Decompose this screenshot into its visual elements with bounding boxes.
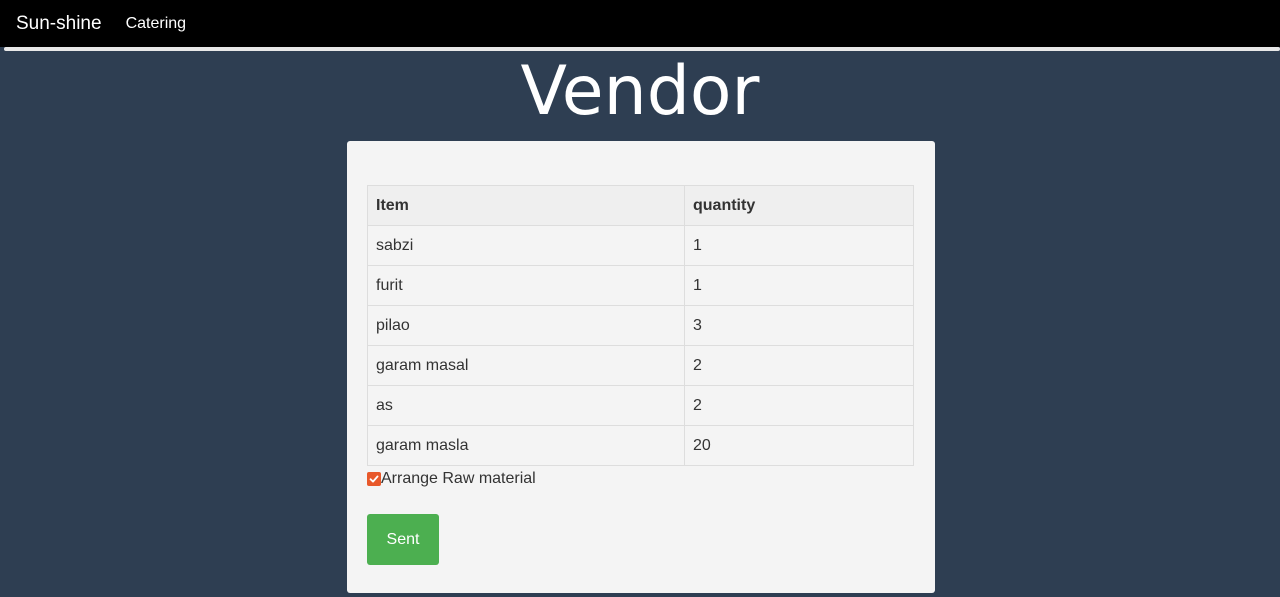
item-cell: pilao [367, 305, 685, 346]
item-cell: sabzi [367, 225, 685, 266]
navbar: Sun-shine Catering [0, 0, 1280, 47]
item-cell: as [367, 385, 685, 426]
column-header-item: Item [367, 185, 685, 226]
quantity-cell: 2 [684, 345, 914, 386]
item-cell: garam masal [367, 345, 685, 386]
quantity-cell: 20 [684, 425, 914, 466]
brand-link[interactable]: Sun-shine [16, 13, 102, 35]
item-cell: furit [367, 265, 685, 306]
table-row: garam masal 2 [367, 345, 914, 386]
page-title: Vendor [520, 52, 760, 131]
quantity-cell: 1 [684, 265, 914, 306]
table-row: sabzi 1 [367, 225, 914, 266]
column-header-quantity: quantity [684, 185, 914, 226]
table-row: furit 1 [367, 265, 914, 306]
arrange-raw-material-option: Arrange Raw material [367, 470, 536, 488]
table-row: pilao 3 [367, 305, 914, 346]
quantity-cell: 3 [684, 305, 914, 346]
nav-link-catering[interactable]: Catering [126, 15, 186, 33]
checkmark-icon [369, 475, 379, 483]
quantity-cell: 1 [684, 225, 914, 266]
table-row: as 2 [367, 385, 914, 426]
vendor-form-card: Item quantity sabzi 1 furit 1 pilao 3 ga… [347, 141, 935, 593]
navbar-divider [4, 47, 1280, 51]
quantity-cell: 2 [684, 385, 914, 426]
arrange-raw-material-checkbox[interactable] [367, 472, 381, 486]
items-table: Item quantity sabzi 1 furit 1 pilao 3 ga… [367, 185, 914, 466]
table-header-row: Item quantity [367, 185, 914, 226]
table-row: garam masla 20 [367, 425, 914, 466]
arrange-raw-material-label[interactable]: Arrange Raw material [381, 470, 536, 488]
sent-button[interactable]: Sent [367, 514, 439, 565]
item-cell: garam masla [367, 425, 685, 466]
